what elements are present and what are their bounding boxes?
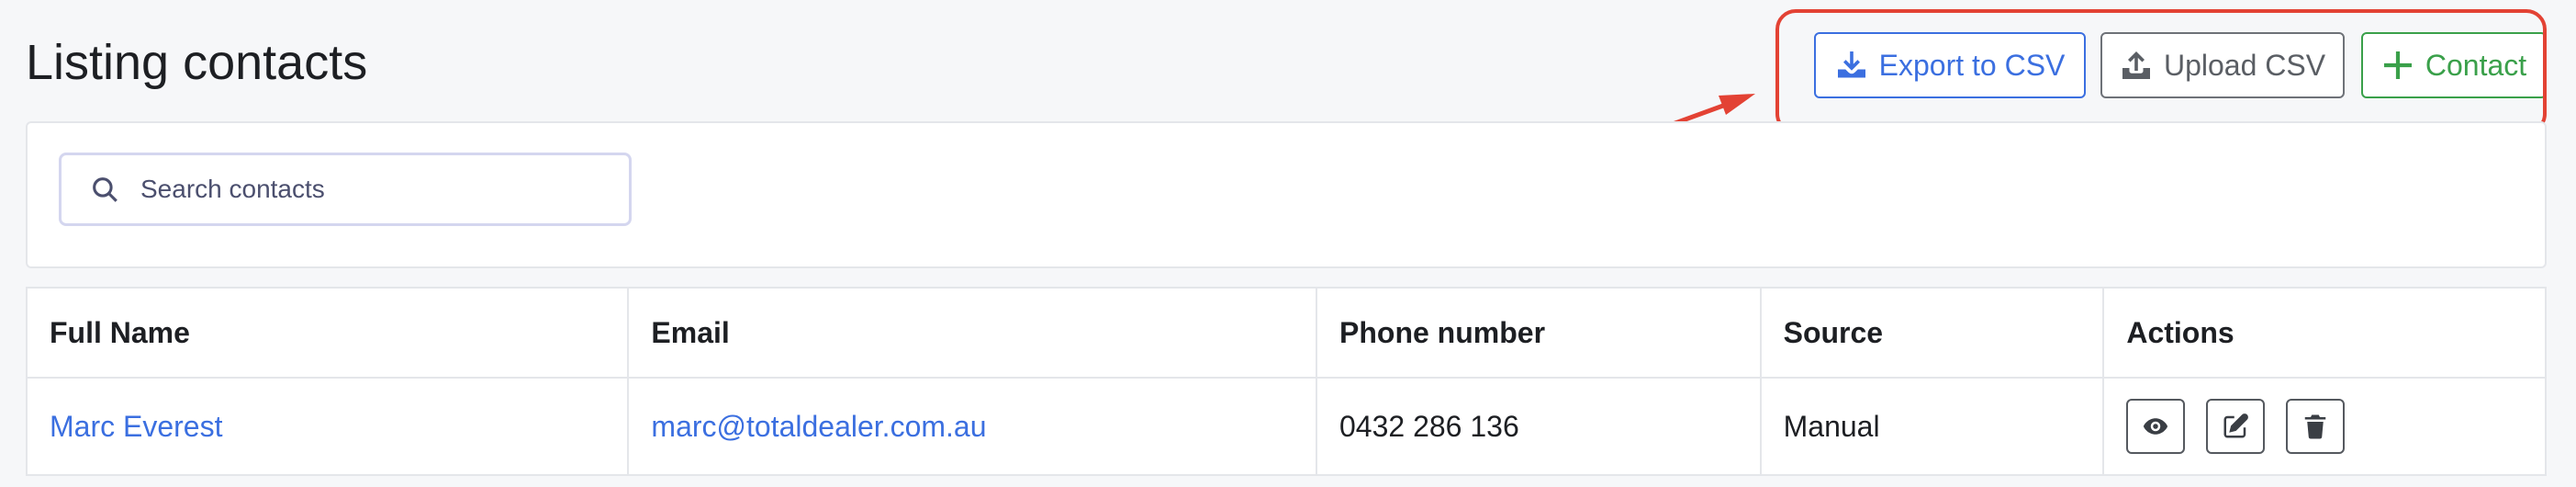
upload-csv-button[interactable]: Upload CSV: [2100, 32, 2345, 98]
cell-phone: 0432 286 136: [1316, 377, 1762, 476]
column-header-actions: Actions: [2102, 287, 2547, 379]
plus-icon: [2383, 51, 2412, 79]
search-icon: [93, 177, 118, 202]
contact-name-link[interactable]: Marc Everest: [50, 410, 222, 443]
search-input[interactable]: [139, 174, 620, 205]
view-contact-button[interactable]: [2126, 399, 2186, 454]
cell-email: marc@totaldealer.com.au: [627, 377, 1317, 476]
export-csv-button[interactable]: Export to CSV: [1814, 32, 2086, 98]
add-contact-label: Contact: [2425, 48, 2527, 82]
table-header-row: Full Name Email Phone number Source Acti…: [25, 287, 2547, 379]
upload-icon: [2122, 51, 2150, 79]
trash-icon: [2304, 414, 2326, 439]
add-contact-button[interactable]: Contact: [2361, 32, 2547, 98]
search-box[interactable]: [59, 153, 632, 226]
cell-actions: [2102, 377, 2547, 476]
cell-source: Manual: [1759, 377, 2105, 476]
eye-icon: [2144, 418, 2168, 435]
cell-full-name: Marc Everest: [25, 377, 630, 476]
column-header-source[interactable]: Source: [1759, 287, 2105, 379]
edit-contact-button[interactable]: [2206, 399, 2266, 454]
page-title: Listing contacts: [26, 35, 368, 90]
table-row: Marc Everest marc@totaldealer.com.au 043…: [25, 377, 2547, 476]
column-header-phone[interactable]: Phone number: [1316, 287, 1762, 379]
contacts-table: Full Name Email Phone number Source Acti…: [25, 287, 2547, 476]
delete-contact-button[interactable]: [2286, 399, 2346, 454]
contact-email-link[interactable]: marc@totaldealer.com.au: [651, 410, 986, 443]
edit-icon: [2223, 413, 2249, 438]
upload-csv-label: Upload CSV: [2163, 48, 2326, 82]
search-card: [26, 121, 2547, 268]
download-icon: [1837, 51, 1865, 78]
column-header-full-name[interactable]: Full Name: [25, 287, 630, 379]
column-header-email[interactable]: Email: [627, 287, 1317, 379]
export-csv-label: Export to CSV: [1878, 48, 2066, 82]
